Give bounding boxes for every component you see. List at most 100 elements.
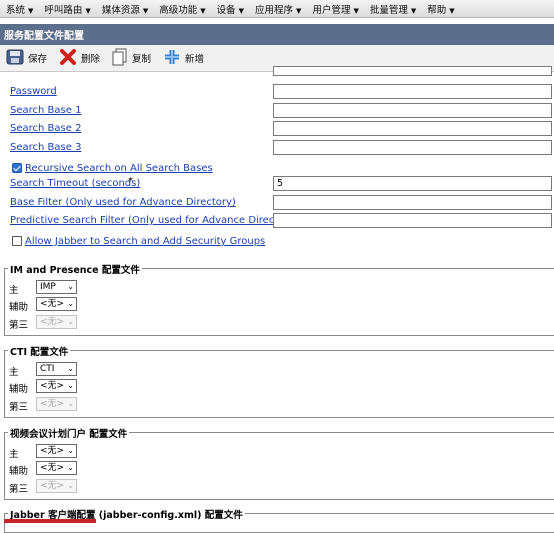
cti-tertiary-row: 第三 <无> ⌄ <box>9 397 129 413</box>
save-button[interactable]: 保存 <box>6 49 47 68</box>
caret-down-icon: ▼ <box>353 6 359 15</box>
cti-tertiary-value: <无> <box>40 399 65 409</box>
video-primary-select[interactable]: <无> ⌄ <box>36 444 77 458</box>
im-tertiary-label: 第三 <box>9 320 29 331</box>
menu-bulk-administration[interactable]: 批量管理 ▼ <box>364 2 421 16</box>
video-secondary-select[interactable]: <无> ⌄ <box>36 461 77 475</box>
base-filter-input[interactable] <box>273 195 552 210</box>
copy-button[interactable]: 复制 <box>112 48 151 69</box>
add-label: 新增 <box>185 54 205 65</box>
menu-help[interactable]: 帮助 ▼ <box>421 2 459 16</box>
search-base-1-input[interactable] <box>273 103 552 118</box>
video-primary-value: <无> <box>40 446 65 456</box>
video-tertiary-label: 第三 <box>9 484 29 495</box>
caret-down-icon: ▼ <box>238 6 245 15</box>
menu-label: 应用程序 <box>255 4 294 16</box>
caret-down-icon: ▼ <box>85 6 91 15</box>
video-conference-section: 视频会议计划门户 配置文件 主 <无> ⌄ 辅助 <无> ⌄ 第三 <无> ⌄ <box>4 426 554 500</box>
menu-label: 系统 <box>6 4 26 16</box>
search-timeout-row: Search Timeout (seconds) * <box>0 176 554 194</box>
video-tertiary-value: <无> <box>40 481 65 491</box>
cti-secondary-select[interactable]: <无> ⌄ <box>36 379 77 393</box>
menu-advanced-features[interactable]: 高级功能 ▼ <box>153 2 210 16</box>
chevron-down-icon: ⌄ <box>67 282 74 291</box>
search-base-2-row: Search Base 2 <box>0 121 554 139</box>
jabber-config-section: Jabber 客户端配置 (jabber-config.xml) 配置文件 <box>4 507 554 533</box>
base-filter-row: Base Filter (Only used for Advance Direc… <box>0 195 554 213</box>
save-label: 保存 <box>28 54 48 65</box>
chevron-down-icon: ⌄ <box>67 317 74 326</box>
cti-tertiary-select: <无> ⌄ <box>36 397 77 411</box>
recursive-search-label[interactable]: Recursive Search on All Search Bases <box>25 163 213 174</box>
cti-primary-row: 主 CTI ⌄ <box>9 362 129 378</box>
search-timeout-label[interactable]: Search Timeout (seconds) <box>10 178 140 189</box>
im-tertiary-select: <无> ⌄ <box>36 315 77 329</box>
search-base-1-label[interactable]: Search Base 1 <box>10 105 81 116</box>
password-label[interactable]: Password <box>10 86 57 97</box>
cti-primary-select[interactable]: CTI ⌄ <box>36 362 77 376</box>
predictive-filter-label[interactable]: Predictive Search Filter (Only used for … <box>10 215 298 226</box>
recursive-search-checkbox[interactable] <box>12 163 22 173</box>
menu-user-management[interactable]: 用户管理 ▼ <box>306 2 363 16</box>
cti-legend: CTI 配置文件 <box>8 344 71 358</box>
menu-label: 帮助 <box>427 4 447 16</box>
base-filter-label[interactable]: Base Filter (Only used for Advance Direc… <box>10 197 236 208</box>
top-menu-bar: 系统 ▼ 呼叫路由 ▼ 媒体资源 ▼ 高级功能 ▼ 设备 ▼ 应用程序 ▼ 用户管理 ▼ 批量… <box>0 0 554 18</box>
search-base-2-input[interactable] <box>273 121 552 136</box>
chevron-down-icon: ⌄ <box>67 481 74 490</box>
menu-label: 用户管理 <box>312 4 351 16</box>
search-base-3-input[interactable] <box>273 140 552 155</box>
chevron-down-icon: ⌄ <box>67 381 74 390</box>
search-timeout-label-text: Search Timeout (seconds) <box>10 178 141 189</box>
im-presence-legend: IM and Presence 配置文件 <box>8 262 142 276</box>
plus-icon <box>163 48 181 69</box>
im-secondary-value: <无> <box>40 299 65 309</box>
partial-input[interactable] <box>273 66 552 76</box>
menu-application[interactable]: 应用程序 ▼ <box>249 2 306 16</box>
search-base-3-row: Search Base 3 <box>0 140 554 158</box>
allow-jabber-row: Allow Jabber to Search and Add Security … <box>0 234 554 252</box>
video-primary-label: 主 <box>9 449 19 460</box>
menu-media-resources[interactable]: 媒体资源 ▼ <box>96 2 153 16</box>
cti-primary-value: CTI <box>40 364 55 374</box>
im-primary-value: IMP <box>40 282 56 292</box>
caret-down-icon: ▼ <box>28 6 34 15</box>
video-primary-row: 主 <无> ⌄ <box>9 444 129 460</box>
caret-down-icon: ▼ <box>142 6 149 15</box>
im-primary-select[interactable]: IMP ⌄ <box>36 280 77 294</box>
im-tertiary-row: 第三 <无> ⌄ <box>9 315 129 331</box>
menu-device[interactable]: 设备 ▼ <box>211 2 249 16</box>
predictive-filter-row: Predictive Search Filter (Only used for … <box>0 213 554 231</box>
im-secondary-label: 辅助 <box>9 302 29 313</box>
highlight-marker <box>4 519 96 523</box>
predictive-filter-input[interactable] <box>273 213 552 228</box>
allow-jabber-label[interactable]: Allow Jabber to Search and Add Security … <box>25 236 265 247</box>
caret-down-icon: ▼ <box>200 6 206 15</box>
menu-label: 高级功能 <box>159 4 198 16</box>
password-row: Password <box>0 84 554 102</box>
menu-label: 批量管理 <box>369 4 408 16</box>
im-primary-label: 主 <box>9 285 19 296</box>
copy-icon <box>112 48 128 69</box>
copy-label: 复制 <box>132 54 152 65</box>
delete-button[interactable]: 删除 <box>59 48 100 69</box>
search-base-3-label[interactable]: Search Base 3 <box>10 142 81 153</box>
menu-call-routing[interactable]: 呼叫路由 ▼ <box>38 2 95 16</box>
caret-down-icon: ▼ <box>449 6 455 15</box>
chevron-down-icon: ⌄ <box>67 463 74 472</box>
allow-jabber-checkbox[interactable] <box>12 236 22 246</box>
menu-system[interactable]: 系统 ▼ <box>0 2 38 16</box>
caret-down-icon: ▼ <box>410 6 417 15</box>
im-presence-section: IM and Presence 配置文件 主 IMP ⌄ 辅助 <无> ⌄ 第三 <… <box>4 262 554 336</box>
search-timeout-input[interactable] <box>273 176 552 191</box>
video-secondary-row: 辅助 <无> ⌄ <box>9 461 129 477</box>
chevron-down-icon: ⌄ <box>67 364 74 373</box>
chevron-down-icon: ⌄ <box>67 446 74 455</box>
im-secondary-select[interactable]: <无> ⌄ <box>36 297 77 311</box>
video-tertiary-select: <无> ⌄ <box>36 479 77 493</box>
add-button[interactable]: 新增 <box>163 48 204 69</box>
cti-secondary-value: <无> <box>40 381 65 391</box>
password-field[interactable] <box>273 84 552 99</box>
cti-secondary-label: 辅助 <box>9 384 29 395</box>
search-base-2-label[interactable]: Search Base 2 <box>10 123 81 134</box>
